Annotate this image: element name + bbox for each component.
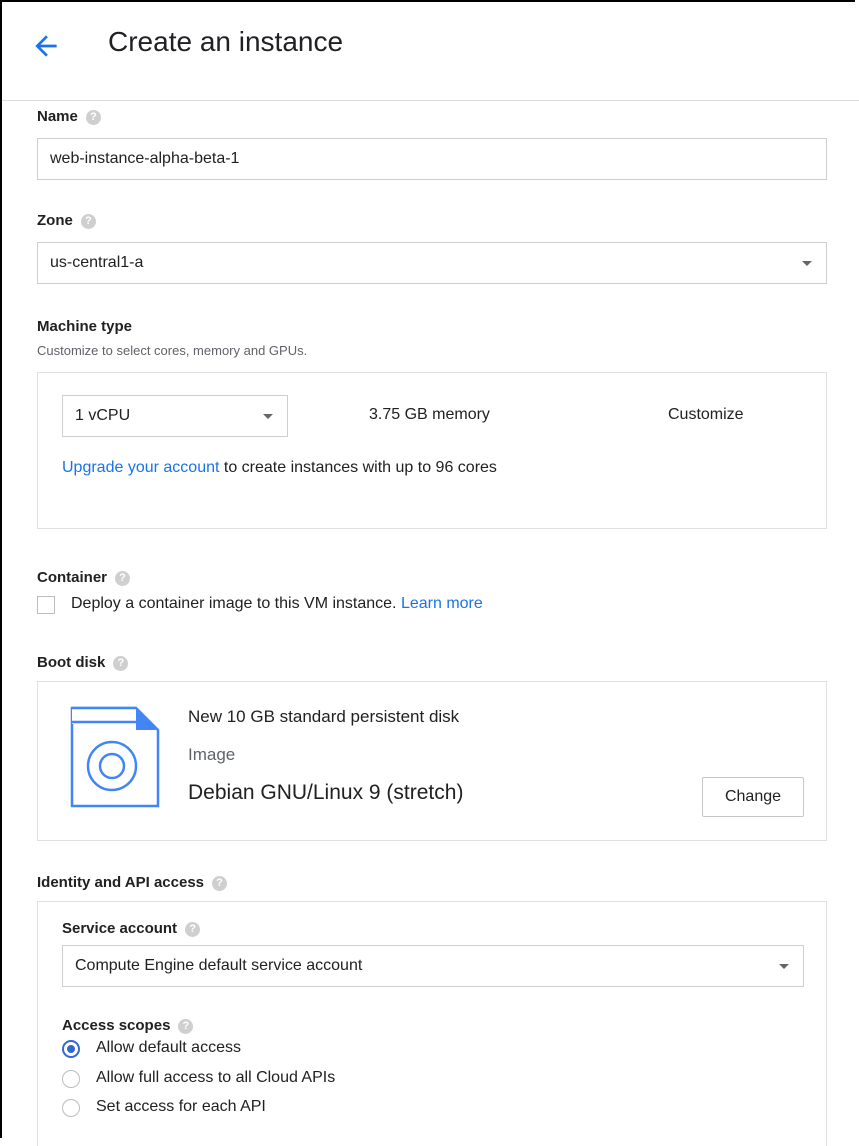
- scope-option-label: Allow full access to all Cloud APIs: [96, 1069, 336, 1086]
- radio-button[interactable]: [62, 1099, 80, 1117]
- cpu-select[interactable]: 1 vCPU: [62, 395, 288, 437]
- boot-disk-label: Boot disk: [37, 654, 106, 671]
- radio-button-selected[interactable]: [62, 1040, 80, 1058]
- boot-disk-image-label: Image: [188, 745, 236, 764]
- container-checkbox-label: Deploy a container image to this VM inst…: [71, 595, 397, 612]
- container-checkbox[interactable]: [37, 596, 55, 614]
- upgrade-text: to create instances with up to 96 cores: [219, 459, 497, 476]
- help-icon[interactable]: ?: [185, 921, 201, 937]
- container-label: Container: [37, 569, 108, 586]
- scope-option-label: Set access for each API: [96, 1098, 266, 1115]
- identity-label: Identity and API access: [37, 874, 205, 891]
- zone-label: Zone: [37, 212, 73, 229]
- access-scopes-label-row: Access scopes?: [62, 1017, 194, 1034]
- chevron-down-icon: [802, 261, 812, 266]
- container-checkbox-row: Deploy a container image to this VM inst…: [71, 595, 483, 613]
- boot-disk-title: New 10 GB standard persistent disk: [188, 707, 460, 726]
- help-icon[interactable]: ?: [113, 655, 129, 671]
- machine-type-subtitle: Customize to select cores, memory and GP…: [37, 343, 308, 358]
- zone-select[interactable]: us-central1-a: [37, 242, 827, 284]
- scope-option-label: Allow default access: [96, 1039, 241, 1056]
- upgrade-row: Upgrade your account to create instances…: [62, 459, 497, 477]
- service-account-label-row: Service account?: [62, 920, 201, 937]
- zone-select-value: us-central1-a: [50, 254, 144, 271]
- customize-link[interactable]: Customize: [668, 406, 744, 424]
- disk-image-icon: [70, 706, 160, 808]
- identity-label-row: Identity and API access?: [37, 874, 228, 891]
- page-header: Create an instance: [2, 2, 859, 101]
- boot-disk-image-name: Debian GNU/Linux 9 (stretch): [188, 781, 464, 804]
- service-account-select[interactable]: Compute Engine default service account: [62, 945, 804, 987]
- service-account-value: Compute Engine default service account: [75, 957, 363, 974]
- access-scopes-label: Access scopes: [62, 1017, 171, 1034]
- name-input[interactable]: [37, 138, 827, 180]
- change-boot-disk-button[interactable]: Change: [702, 777, 804, 817]
- help-icon[interactable]: ?: [80, 213, 96, 229]
- chevron-down-icon: [263, 414, 273, 419]
- help-icon[interactable]: ?: [115, 570, 131, 586]
- service-account-label: Service account: [62, 920, 178, 937]
- boot-disk-label-row: Boot disk?: [37, 654, 129, 671]
- zone-label-row: Zone?: [37, 212, 96, 229]
- radio-button[interactable]: [62, 1070, 80, 1088]
- name-label: Name: [37, 108, 78, 125]
- help-icon[interactable]: ?: [178, 1018, 194, 1034]
- chevron-down-icon: [779, 964, 789, 969]
- machine-type-label: Machine type: [37, 318, 133, 335]
- cpu-select-value: 1 vCPU: [75, 407, 131, 424]
- name-label-row: Name?: [37, 108, 101, 125]
- machine-type-card: 1 vCPU 3.75 GB memory Customize Upgrade …: [37, 372, 827, 529]
- upgrade-account-link[interactable]: Upgrade your account: [62, 459, 219, 476]
- help-icon[interactable]: ?: [85, 109, 101, 125]
- memory-text: 3.75 GB memory: [369, 406, 490, 423]
- boot-disk-card: New 10 GB standard persistent disk Image…: [37, 681, 827, 841]
- help-icon[interactable]: ?: [212, 875, 228, 891]
- page-title: Create an instance: [108, 26, 344, 57]
- back-arrow-icon[interactable]: [30, 30, 62, 62]
- container-label-row: Container?: [37, 569, 131, 586]
- learn-more-link[interactable]: Learn more: [401, 595, 483, 612]
